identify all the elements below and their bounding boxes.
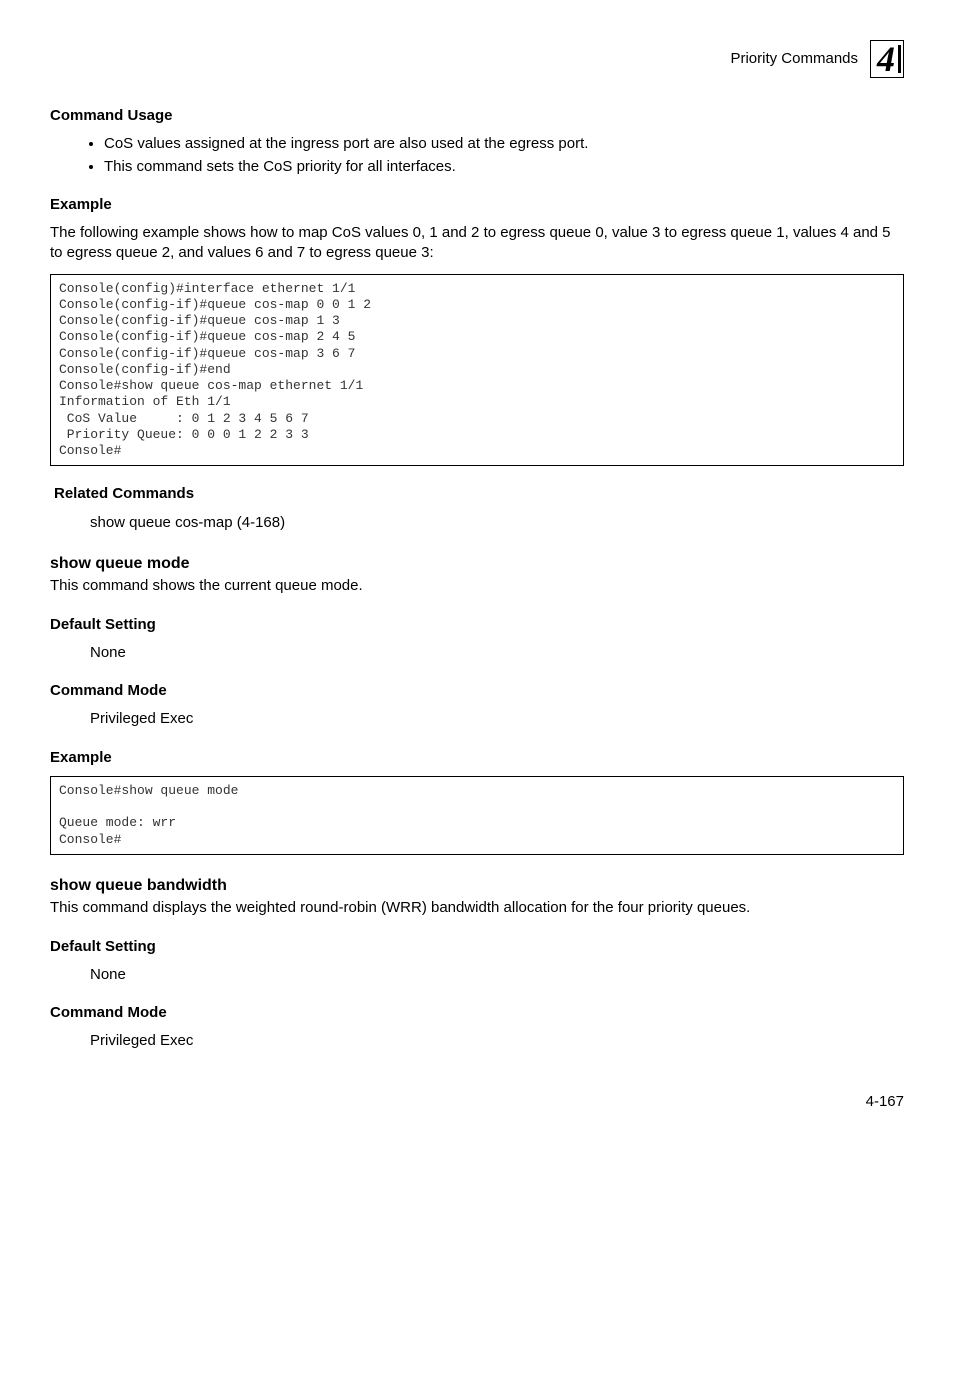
page-header: Priority Commands 4: [50, 40, 904, 78]
chapter-number-icon: 4: [870, 40, 904, 78]
default-setting-value: None: [50, 965, 904, 985]
show-queue-bandwidth-desc: This command displays the weighted round…: [50, 898, 904, 918]
command-usage-list: CoS values assigned at the ingress port …: [50, 134, 904, 177]
default-setting-heading: Default Setting: [50, 937, 904, 957]
default-setting-heading: Default Setting: [50, 615, 904, 635]
list-item: CoS values assigned at the ingress port …: [104, 134, 904, 154]
command-mode-heading: Command Mode: [50, 1003, 904, 1023]
example-intro-text: The following example shows how to map C…: [50, 223, 904, 264]
example-code-block: Console(config)#interface ethernet 1/1 C…: [50, 274, 904, 467]
page-number: 4-167: [50, 1092, 904, 1112]
show-queue-bandwidth-heading: show queue bandwidth: [50, 875, 904, 897]
example-code-block: Console#show queue mode Queue mode: wrr …: [50, 776, 904, 855]
show-queue-mode-desc: This command shows the current queue mod…: [50, 576, 904, 596]
example-heading: Example: [50, 748, 904, 768]
command-mode-value: Privileged Exec: [50, 709, 904, 729]
command-mode-heading: Command Mode: [50, 681, 904, 701]
default-setting-value: None: [50, 643, 904, 663]
list-item: This command sets the CoS priority for a…: [104, 157, 904, 177]
show-queue-mode-heading: show queue mode: [50, 553, 904, 575]
command-mode-value: Privileged Exec: [50, 1031, 904, 1051]
header-section-title: Priority Commands: [730, 49, 858, 69]
related-commands-text: show queue cos-map (4-168): [50, 513, 904, 533]
command-usage-heading: Command Usage: [50, 106, 904, 126]
related-commands-heading: Related Commands: [54, 484, 904, 504]
example-heading: Example: [50, 195, 904, 215]
